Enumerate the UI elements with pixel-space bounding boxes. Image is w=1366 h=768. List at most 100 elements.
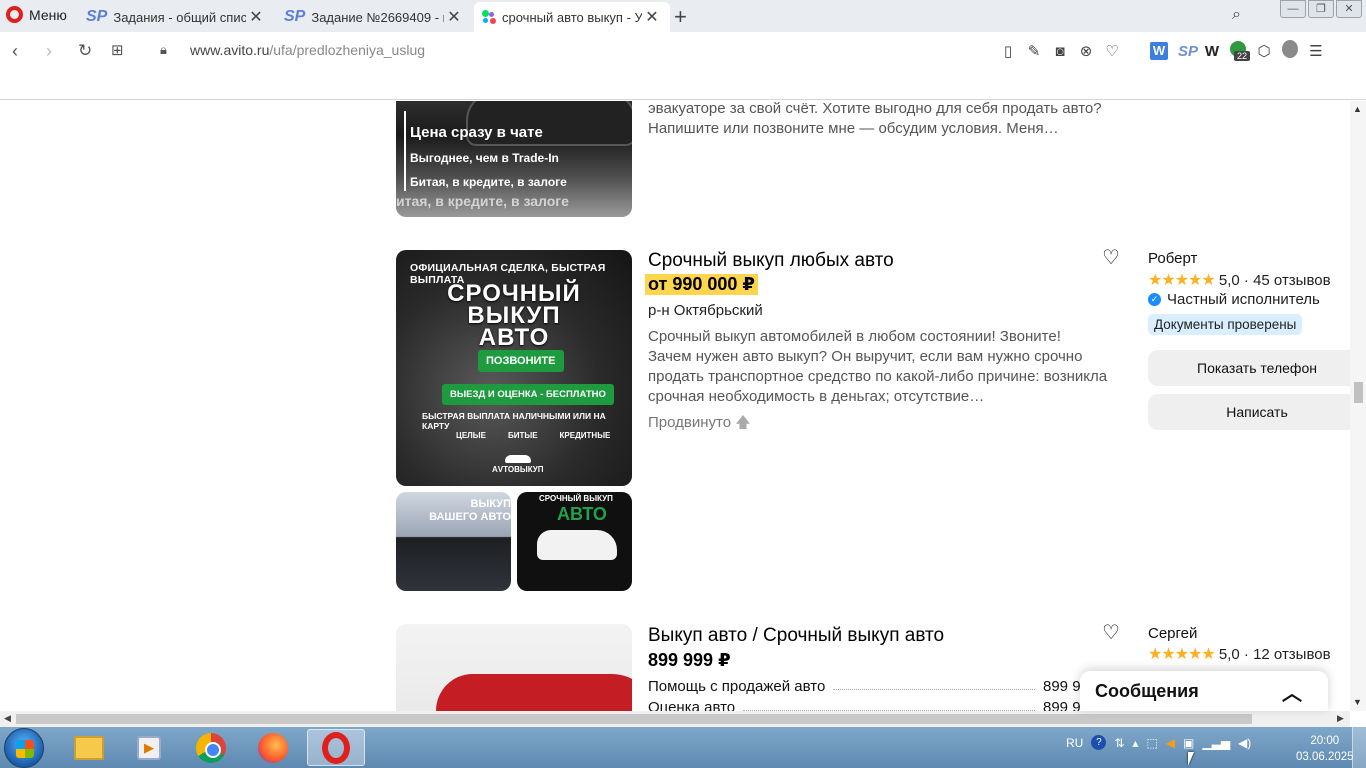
opera-menu-button[interactable]: Меню bbox=[6, 6, 67, 23]
messages-title: Сообщения bbox=[1095, 681, 1199, 701]
image-caption: ВЫЕЗД И ОЦЕНКА - БЕСПЛАТНО bbox=[442, 384, 614, 405]
scroll-up-icon[interactable]: ▲ bbox=[1353, 104, 1362, 114]
word-extension-icon[interactable]: W bbox=[1150, 42, 1168, 60]
url-domain: www.avito.ru bbox=[190, 42, 270, 58]
listing-description[interactable]: Срочный выкуп автомобилей в любом состоя… bbox=[648, 327, 1108, 407]
messages-panel[interactable]: Сообщения ︿ bbox=[1080, 671, 1328, 711]
easy-setup-icon[interactable]: ☰ bbox=[1308, 42, 1324, 60]
firefox-taskbar-button[interactable] bbox=[244, 729, 302, 766]
edit-icon[interactable]: ✎ bbox=[1026, 42, 1042, 60]
reload-icon[interactable]: ↻ bbox=[78, 41, 92, 61]
show-hidden-icons-icon[interactable]: ▴ bbox=[1132, 736, 1138, 750]
tab-label: срочный авто выкуп - Усл bbox=[502, 9, 642, 25]
close-window-icon[interactable]: ✕ bbox=[1336, 0, 1362, 18]
service-label: Помощь с продажей авто bbox=[648, 678, 826, 695]
horizontal-scrollbar[interactable]: ◀ ▶ bbox=[0, 711, 1350, 727]
scroll-right-icon[interactable]: ▶ bbox=[1337, 713, 1344, 724]
image-caption: БИТЫЕ bbox=[507, 431, 538, 440]
scroll-left-icon[interactable]: ◀ bbox=[4, 713, 11, 724]
heart-bookmark-icon[interactable]: ♡ bbox=[1104, 42, 1120, 60]
tab-label: Задания - общий список з bbox=[113, 9, 246, 25]
sp-extension-icon[interactable]: SP bbox=[1178, 43, 1198, 60]
show-phone-button[interactable]: Показать телефон bbox=[1148, 350, 1350, 386]
seller-rating[interactable]: ★★★★★ 5,0 · 45 отзывов bbox=[1148, 270, 1331, 290]
close-icon[interactable]: ✕ bbox=[642, 7, 662, 27]
scrollbar-thumb[interactable] bbox=[1354, 382, 1363, 403]
new-tab-plus-icon[interactable]: + bbox=[674, 4, 687, 30]
listing-thumbnail[interactable]: ВЫКУП ВАШЕГО АВТО bbox=[396, 492, 511, 591]
tab-avito[interactable]: срочный авто выкуп - Усл ✕ bbox=[474, 2, 670, 32]
sp-icon: SP bbox=[86, 8, 108, 25]
chrome-icon bbox=[196, 732, 226, 763]
listing-title[interactable]: Срочный выкуп любых авто bbox=[648, 250, 894, 272]
back-icon[interactable]: ‹ bbox=[12, 41, 18, 62]
adblock-icon[interactable]: ⊗ bbox=[1078, 42, 1094, 60]
listing-image[interactable] bbox=[396, 624, 632, 711]
signal-icon[interactable]: ▁▃▅ bbox=[1202, 736, 1230, 750]
w-extension-icon[interactable]: W bbox=[1204, 43, 1220, 60]
listing-price: 899 999 ₽ bbox=[648, 650, 731, 670]
service-row: Оценка авто 899 9 bbox=[648, 699, 1088, 711]
image-caption: ВЫКУП ВАШЕГО АВТО bbox=[429, 498, 511, 523]
rating-text: 5,0 · 12 отзывов bbox=[1218, 646, 1331, 663]
docs-verified-badge: Документы проверены bbox=[1148, 314, 1303, 335]
language-indicator[interactable]: RU bbox=[1066, 736, 1083, 750]
speaker-tray-icon[interactable]: ◀ bbox=[1166, 736, 1175, 750]
start-button[interactable] bbox=[4, 728, 44, 768]
address-bar: ‹ › ↻ ⊞ 🔒︎ www.avito.ru/ufa/predlozheniy… bbox=[0, 32, 1366, 100]
camera-icon[interactable]: ◙ bbox=[1052, 43, 1068, 60]
url-field[interactable]: www.avito.ru/ufa/predlozheniya_uslug bbox=[190, 42, 425, 58]
clock[interactable]: 20:00 03.06.2025 bbox=[1296, 733, 1354, 765]
speed-dial-icon[interactable]: ⊞ bbox=[111, 41, 124, 59]
service-label: Оценка авто bbox=[648, 699, 736, 711]
minimize-icon[interactable]: — bbox=[1280, 0, 1306, 18]
tab-task-2669409[interactable]: SP Задание №2669409 - про ✕ bbox=[276, 2, 472, 32]
chevron-up-icon[interactable]: ︿ bbox=[1282, 677, 1302, 706]
scroll-down-icon[interactable]: ▼ bbox=[1353, 697, 1362, 707]
volume-icon[interactable]: ◀) bbox=[1238, 736, 1251, 750]
seller-rating[interactable]: ★★★★★ 5,0 · 12 отзывов bbox=[1148, 644, 1331, 664]
close-icon[interactable]: ✕ bbox=[444, 7, 464, 27]
window-controls: — ❐ ✕ bbox=[1280, 0, 1362, 18]
write-button[interactable]: Написать bbox=[1148, 394, 1350, 430]
media-player-taskbar-button[interactable]: ▶ bbox=[120, 729, 178, 766]
clock-time: 20:00 bbox=[1310, 735, 1340, 747]
listing-title[interactable]: Выкуп авто / Срочный выкуп авто bbox=[648, 625, 944, 647]
help-icon[interactable]: ? bbox=[1091, 735, 1107, 750]
profile-icon[interactable] bbox=[1282, 40, 1298, 62]
listing-image[interactable]: ОФИЦИАЛЬНАЯ СДЕЛКА, БЫСТРАЯ ВЫПЛАТА СРОЧ… bbox=[396, 250, 632, 486]
network-switch-icon[interactable]: ⇅ bbox=[1114, 736, 1124, 750]
maximize-icon[interactable]: ❐ bbox=[1308, 0, 1334, 18]
vertical-scrollbar[interactable]: ▲ ▼ bbox=[1350, 101, 1366, 711]
listing-thumbnail[interactable]: СРОЧНЫЙ ВЫКУП АВТО bbox=[517, 492, 632, 591]
opera-taskbar-button[interactable] bbox=[307, 729, 365, 766]
forward-icon[interactable]: › bbox=[46, 41, 52, 62]
favorite-heart-icon[interactable]: ♡ bbox=[1102, 245, 1120, 270]
image-caption: АВТО bbox=[557, 504, 607, 524]
chrome-taskbar-button[interactable] bbox=[182, 729, 240, 766]
listing-description[interactable]: эвакуаторе за свой счёт. Хотите выгодно … bbox=[648, 101, 1118, 139]
show-desktop-button[interactable] bbox=[1352, 727, 1366, 768]
folder-icon bbox=[74, 735, 104, 760]
favorite-heart-icon[interactable]: ♡ bbox=[1102, 620, 1120, 645]
image-caption: Битая, в кредите, в залоге bbox=[410, 175, 567, 189]
image-caption: АВТО bbox=[478, 324, 550, 351]
extension-badge-icon[interactable]: 22 bbox=[1230, 41, 1250, 61]
explorer-taskbar-button[interactable] bbox=[60, 729, 118, 766]
device-icon[interactable]: ▣ bbox=[1183, 736, 1194, 750]
image-caption: КРЕДИТНЫЕ bbox=[559, 431, 611, 440]
listing-image[interactable]: Цена сразу в чате Выгоднее, чем в Trade-… bbox=[396, 101, 632, 217]
lock-icon[interactable]: 🔒︎ bbox=[160, 42, 167, 58]
seller-name[interactable]: Сергей bbox=[1148, 625, 1197, 642]
screenshot-icon[interactable]: ⬚ bbox=[1146, 736, 1157, 750]
scrollbar-thumb[interactable] bbox=[16, 714, 1252, 724]
image-caption: итая, в кредите, в залоге bbox=[396, 193, 569, 209]
tab-tasks-list[interactable]: SP Задания - общий список з ✕ bbox=[78, 2, 274, 32]
seller-name[interactable]: Роберт bbox=[1148, 250, 1197, 267]
promoted-text: Продвинуто bbox=[648, 414, 732, 431]
reader-mode-icon[interactable]: ▯ bbox=[1000, 42, 1016, 60]
search-tabs-icon[interactable]: ⌕ bbox=[1232, 6, 1241, 24]
close-icon[interactable]: ✕ bbox=[246, 7, 266, 27]
opera-icon bbox=[322, 731, 350, 764]
cube-extension-icon[interactable]: ⬡ bbox=[1256, 42, 1272, 60]
